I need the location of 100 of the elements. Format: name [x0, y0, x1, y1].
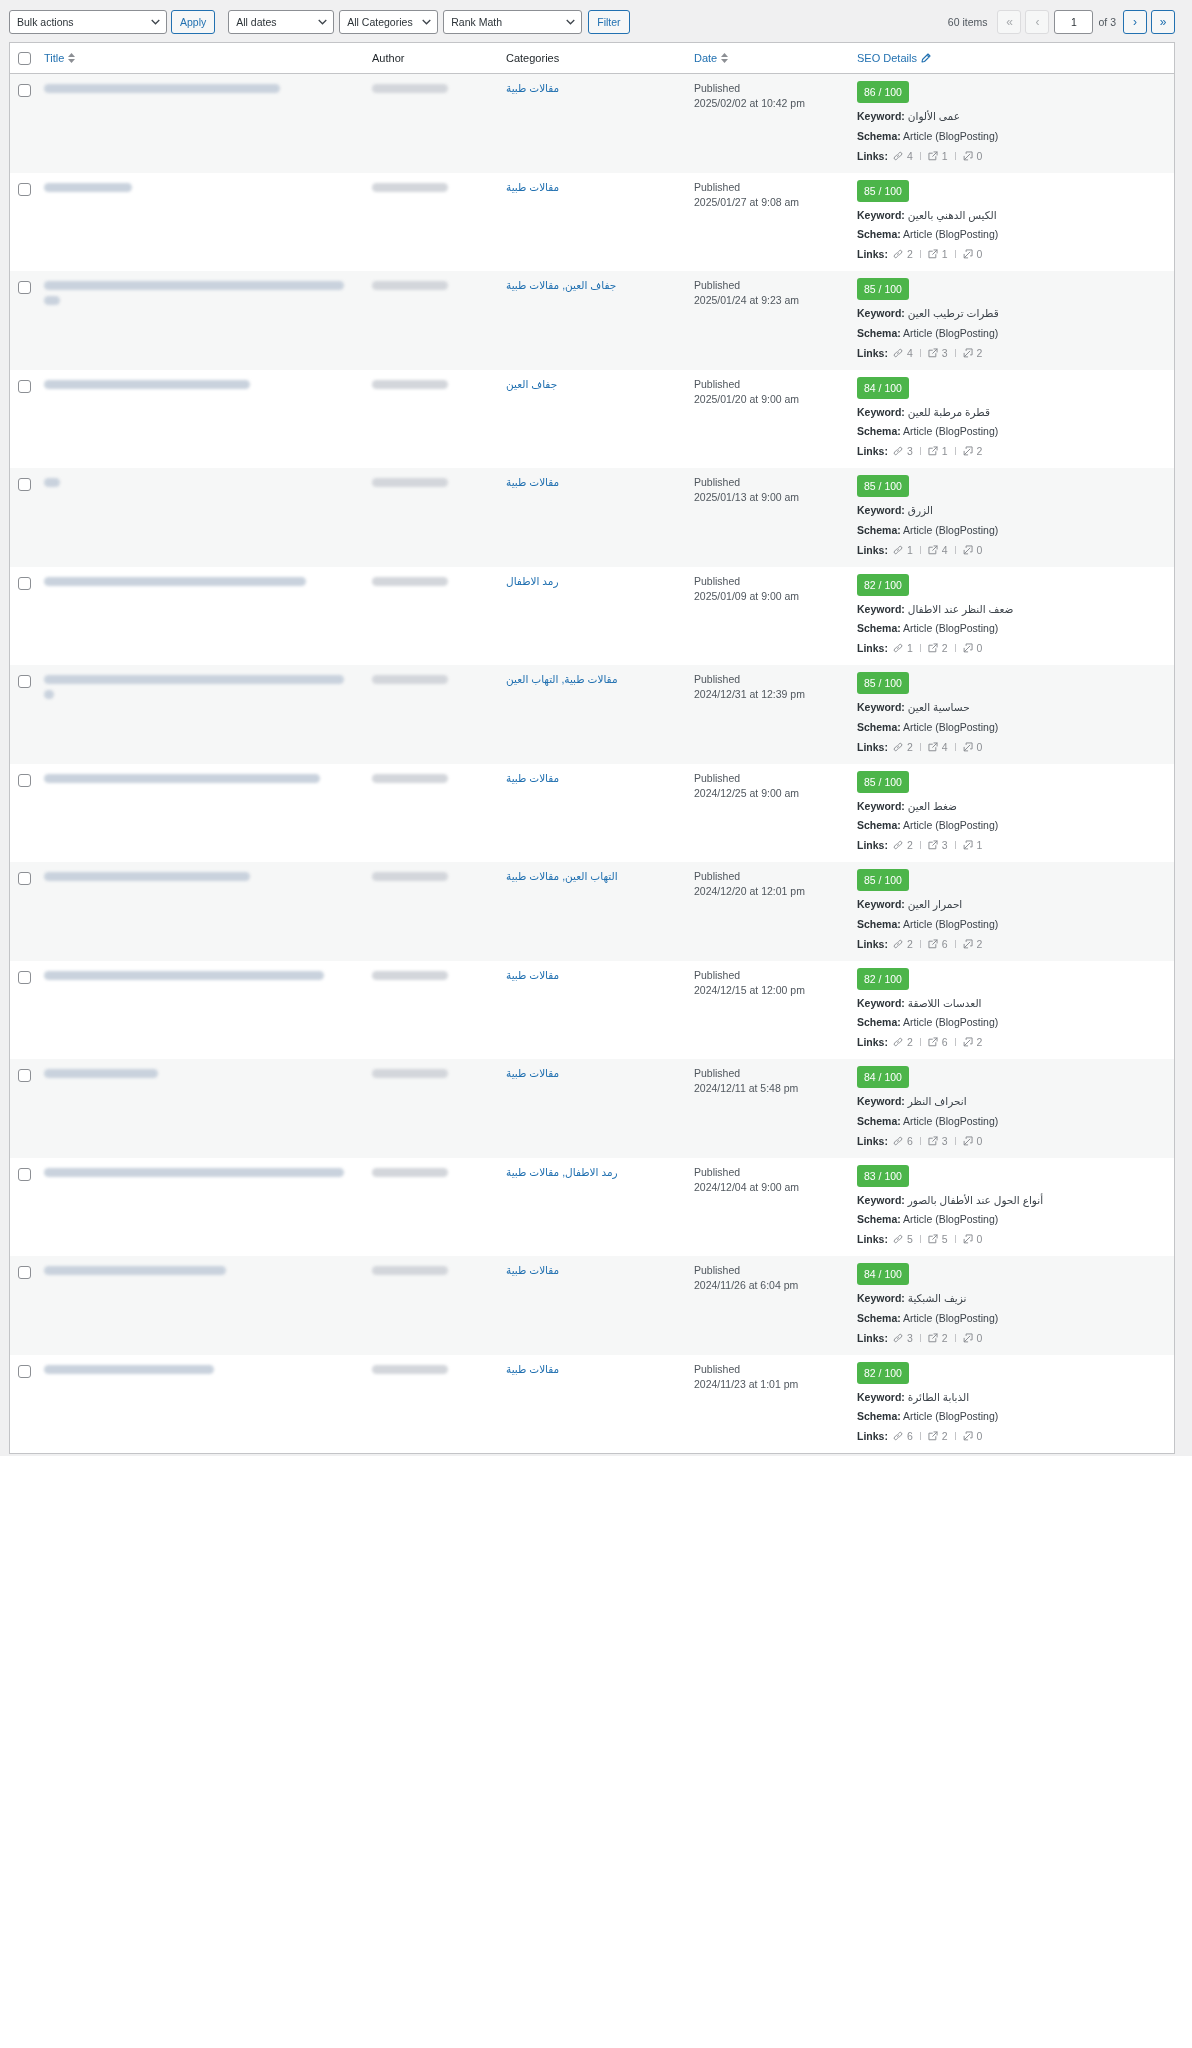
date-text: 2024/12/25 at 9:00 am: [694, 785, 801, 801]
category-link[interactable]: مقالات طبية: [506, 179, 678, 195]
row-checkbox[interactable]: [18, 1266, 31, 1279]
link-count: 0: [976, 248, 983, 261]
status-text: Published: [694, 967, 742, 983]
category-link[interactable]: مقالات طبية, التهاب العين: [506, 672, 678, 687]
page-input[interactable]: 1: [1054, 10, 1094, 34]
row-checkbox[interactable]: [18, 1069, 31, 1082]
links-label: Links:: [857, 1430, 888, 1443]
link-count: 0: [976, 740, 983, 753]
links-label: Links:: [857, 149, 888, 162]
filter-select[interactable]: All dates: [228, 10, 335, 34]
row-checkbox[interactable]: [18, 970, 31, 984]
date-text: 2025/01/13 at 9:00 am: [694, 490, 801, 505]
date-text: 2024/12/04 at 9:00 am: [694, 1179, 801, 1195]
date-text: 2024/12/15 at 12:00 pm: [694, 982, 806, 998]
box-arrow-in-icon: [962, 840, 973, 851]
row-checkbox[interactable]: [18, 478, 31, 491]
box-arrow-out-icon: [927, 1037, 938, 1048]
link-count: 2: [941, 1430, 948, 1443]
category-link[interactable]: رمد الاطفال: [506, 573, 678, 589]
box-arrow-out-icon: [927, 938, 938, 949]
seo-score-badge: 84 / 100: [857, 376, 909, 399]
sort-arrows-icon[interactable]: [68, 53, 76, 63]
category-link[interactable]: مقالات طبية: [506, 770, 678, 786]
date-text: 2025/01/09 at 9:00 am: [694, 588, 801, 604]
link-count: 3: [906, 445, 913, 458]
schema-text: Schema: Article (BlogPosting): [857, 325, 1000, 341]
column-header[interactable]: SEO Details: [857, 52, 917, 64]
row-checkbox[interactable]: [18, 84, 31, 97]
link-count: 1: [941, 149, 948, 162]
chain-link-icon: [892, 150, 903, 161]
category-link[interactable]: مقالات طبية: [506, 967, 678, 983]
category-link[interactable]: مقالات طبية: [506, 475, 678, 490]
category-link[interactable]: التهاب العين, مقالات طبية: [506, 869, 678, 884]
link-count: 1: [941, 445, 948, 458]
category-link[interactable]: مقالات طبية: [506, 1066, 678, 1081]
link-count: 0: [976, 1331, 983, 1344]
select-all-checkbox[interactable]: [18, 51, 31, 65]
link-count: 6: [941, 1036, 948, 1049]
chain-link-icon: [892, 1135, 903, 1146]
date-text: 2025/02/02 at 10:42 pm: [694, 96, 806, 111]
row-checkbox[interactable]: [18, 379, 31, 393]
row-checkbox[interactable]: [18, 182, 31, 196]
link-count: 2: [941, 1331, 948, 1344]
sort-arrows-icon[interactable]: [721, 53, 729, 63]
row-checkbox[interactable]: [18, 872, 31, 885]
category-link[interactable]: رمد الاطفال, مقالات طبية: [506, 1164, 678, 1180]
category-link[interactable]: جفاف العين: [506, 376, 678, 392]
link-count: 6: [906, 1134, 913, 1147]
seo-score-badge: 82 / 100: [857, 1361, 909, 1384]
box-arrow-out-icon: [927, 741, 938, 752]
links-label: Links:: [857, 1331, 888, 1344]
filter-button[interactable]: Filter: [588, 10, 630, 34]
column-header[interactable]: Date: [694, 52, 718, 64]
chevron-down-icon: [318, 19, 328, 25]
link-count: 2: [906, 1036, 913, 1049]
links-label: Links:: [857, 346, 888, 359]
chain-link-icon: [892, 840, 903, 851]
column-header[interactable]: Title: [44, 52, 65, 64]
link-count: 4: [941, 740, 948, 753]
schema-text: Schema: Article (BlogPosting): [857, 1212, 1000, 1227]
row-checkbox[interactable]: [18, 281, 31, 294]
links-label: Links:: [857, 445, 888, 458]
total-pages: of 3: [1098, 16, 1116, 28]
row-checkbox[interactable]: [18, 576, 31, 590]
filter-select[interactable]: Rank Math: [443, 10, 583, 34]
category-link[interactable]: مقالات طبية: [506, 1263, 678, 1278]
next-page-button[interactable]: ›: [1123, 10, 1147, 34]
row-checkbox[interactable]: [18, 773, 31, 787]
status-text: Published: [694, 1361, 742, 1377]
link-count: 2: [906, 740, 913, 753]
row-checkbox[interactable]: [18, 675, 31, 688]
bulk-actions-select[interactable]: Bulk actions: [9, 10, 167, 34]
category-link[interactable]: مقالات طبية: [506, 81, 678, 96]
link-count: 2: [906, 937, 913, 950]
box-arrow-in-icon: [962, 150, 973, 161]
last-page-button[interactable]: »: [1151, 10, 1175, 34]
seo-score-badge: 86 / 100: [857, 81, 909, 103]
box-arrow-in-icon: [962, 249, 973, 260]
box-arrow-in-icon: [962, 347, 973, 358]
schema-text: Schema: Article (BlogPosting): [857, 424, 1000, 439]
pencil-icon[interactable]: [920, 53, 931, 63]
category-link[interactable]: مقالات طبية: [506, 1361, 678, 1377]
apply-button[interactable]: Apply: [171, 10, 216, 34]
category-link[interactable]: جفاف العين, مقالات طبية: [506, 278, 678, 293]
row-checkbox[interactable]: [18, 1167, 31, 1181]
link-count: 0: [976, 1430, 983, 1443]
chain-link-icon: [892, 446, 903, 457]
box-arrow-out-icon: [927, 1332, 938, 1343]
link-count: 0: [976, 543, 983, 556]
links-label: Links:: [857, 740, 888, 753]
filter-select[interactable]: All Categories: [339, 10, 439, 34]
status-text: Published: [694, 278, 742, 293]
schema-text: Schema: Article (BlogPosting): [857, 1015, 1000, 1030]
box-arrow-in-icon: [962, 1234, 973, 1245]
box-arrow-out-icon: [927, 150, 938, 161]
row-checkbox[interactable]: [18, 1364, 31, 1378]
seo-score-badge: 82 / 100: [857, 967, 909, 990]
box-arrow-in-icon: [962, 1332, 973, 1343]
